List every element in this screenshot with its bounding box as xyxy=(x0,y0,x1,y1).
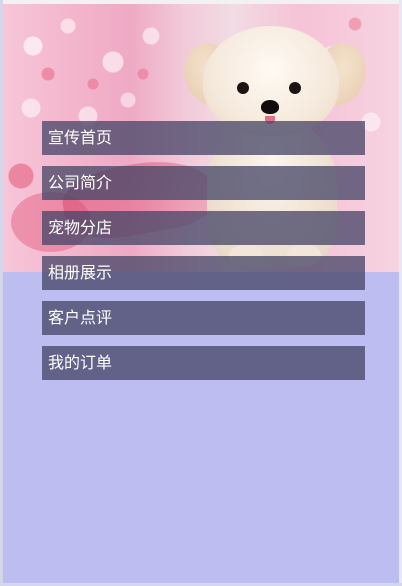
menu-item-promo-home[interactable]: 宣传首页 xyxy=(42,121,365,155)
menu-item-photo-gallery[interactable]: 相册展示 xyxy=(42,256,365,290)
window-left-border xyxy=(0,0,3,586)
menu-item-my-orders[interactable]: 我的订单 xyxy=(42,346,365,380)
puppy-right-eye xyxy=(289,82,301,94)
main-menu: 宣传首页 公司简介 宠物分店 相册展示 客户点评 我的订单 xyxy=(42,121,365,391)
menu-item-pet-branches[interactable]: 宠物分店 xyxy=(42,211,365,245)
puppy-nose xyxy=(261,100,279,114)
menu-item-customer-reviews[interactable]: 客户点评 xyxy=(42,301,365,335)
puppy-left-eye xyxy=(237,82,249,94)
menu-item-company-intro[interactable]: 公司简介 xyxy=(42,166,365,200)
